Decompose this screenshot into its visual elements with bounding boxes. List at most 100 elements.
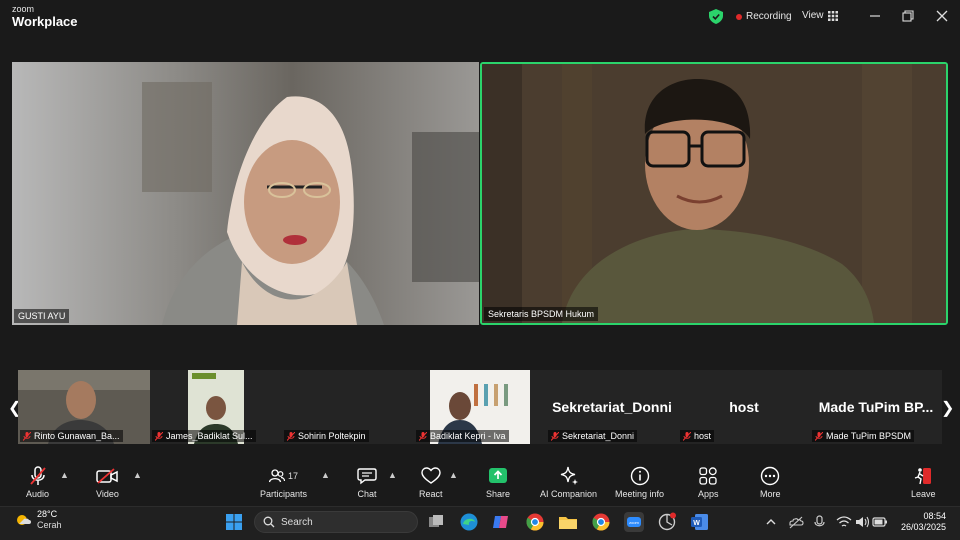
thumbnail-rinto[interactable]: Rinto Gunawan_Ba... [18, 370, 150, 444]
zoom-logo: zoom Workplace [12, 4, 78, 29]
leave-icon [915, 468, 932, 485]
participants-icon [269, 469, 285, 483]
ai-companion-button[interactable]: AI Companion [540, 465, 597, 499]
video-tile-sekretaris-bpsdm-hukum[interactable]: Sekretaris BPSDM Hukum [480, 62, 948, 325]
taskbar-clock[interactable]: 08:54 26/03/2025 [896, 511, 946, 534]
chat-options-caret-icon[interactable]: ▲ [388, 470, 397, 480]
apps-button[interactable]: Apps [698, 465, 719, 499]
more-button[interactable]: More [760, 465, 781, 499]
clock-time: 08:54 [923, 511, 946, 521]
thumbnail-host[interactable]: host host [678, 370, 810, 444]
restore-icon[interactable] [901, 9, 915, 23]
taskbar-search[interactable]: Search [254, 511, 418, 533]
audio-options-caret-icon[interactable]: ▲ [60, 470, 69, 480]
thumbnail-badiklat-kepri[interactable]: Badiklat Kepri - Iva [414, 370, 546, 444]
chat-label: Chat [357, 489, 377, 499]
chat-icon [357, 468, 377, 485]
participants-button[interactable]: 17 Participants [260, 465, 307, 499]
volume-icon[interactable] [854, 512, 870, 532]
shield-icon[interactable] [709, 9, 723, 24]
mic-muted-icon [287, 431, 295, 441]
brand-small: zoom [12, 4, 35, 14]
mic-in-use-icon[interactable] [812, 512, 828, 532]
word-icon[interactable]: W [690, 512, 710, 532]
share-screen-icon [489, 468, 508, 483]
participants-label: Participants [260, 489, 308, 499]
audio-label: Audio [26, 489, 50, 499]
chevron-right-icon[interactable]: ❯ [941, 398, 954, 418]
apps-label: Apps [698, 489, 719, 499]
file-explorer-icon[interactable] [558, 512, 578, 532]
grid-icon [827, 10, 838, 21]
chat-button[interactable]: Chat [357, 465, 377, 499]
share-button[interactable]: Share [486, 465, 510, 499]
thumbnail-name: Badiklat Kepri - Iva [430, 431, 506, 441]
zoom-app-icon[interactable]: zoom [624, 512, 644, 532]
video-tile-gusti-ayu[interactable]: GUSTI AYU [12, 62, 479, 325]
record-dot-icon [736, 13, 742, 20]
thumbnail-label: Badiklat Kepri - Iva [416, 430, 509, 442]
thumbnail-made-tupim[interactable]: Made TuPim BP... Made TuPim BPSDM [810, 370, 942, 444]
react-label: React [419, 489, 443, 499]
participant-name: GUSTI AYU [14, 309, 70, 323]
minimize-icon[interactable] [868, 9, 882, 23]
screen-recorder-icon[interactable] [657, 512, 677, 532]
recording-indicator[interactable]: Recording [736, 11, 792, 22]
thumbnail-label: host [680, 430, 715, 442]
heart-icon [421, 467, 441, 484]
meeting-info-button[interactable]: Meeting info [615, 465, 664, 499]
thumbnail-label: Rinto Gunawan_Ba... [20, 430, 123, 442]
video-options-caret-icon[interactable]: ▲ [133, 470, 142, 480]
close-icon[interactable] [935, 9, 949, 23]
brand-big: Workplace [12, 14, 78, 29]
svg-text:zoom: zoom [629, 520, 639, 525]
react-options-caret-icon[interactable]: ▲ [449, 470, 458, 480]
more-label: More [760, 489, 781, 499]
search-placeholder: Search [281, 516, 313, 528]
windows-start-icon[interactable] [224, 512, 244, 532]
meeting-toolbar [0, 460, 960, 506]
thumbnail-big-name: Sekretariat_Donni [552, 399, 672, 415]
participants-options-caret-icon[interactable]: ▲ [321, 470, 330, 480]
mic-muted-icon [683, 431, 691, 441]
chrome-profile-icon[interactable] [591, 512, 611, 532]
react-button[interactable]: React [419, 465, 443, 499]
mic-muted-icon [815, 431, 823, 441]
chrome-icon[interactable] [525, 512, 545, 532]
thumbnail-big-name: host [729, 399, 759, 415]
wifi-icon[interactable] [836, 512, 852, 532]
battery-icon[interactable] [872, 512, 888, 532]
leave-button[interactable]: Leave [911, 465, 936, 499]
thumbnail-label: Made TuPim BPSDM [812, 430, 915, 442]
recording-label: Recording [746, 11, 792, 22]
thumbnail-name: Made TuPim BPSDM [826, 431, 912, 441]
weather-widget[interactable]: 28°C Cerah [14, 509, 62, 530]
video-off-icon [96, 468, 119, 484]
mic-muted-icon [155, 431, 163, 441]
tray-chevron-up-icon[interactable] [764, 512, 778, 532]
thumbnail-james[interactable]: James_Badiklat Sul... [150, 370, 282, 444]
copilot-icon[interactable] [491, 512, 511, 532]
task-view-icon[interactable] [426, 512, 446, 532]
clock-date: 26/03/2025 [900, 522, 946, 533]
thumbnail-name: Sohirin Poltekpin [298, 431, 366, 441]
participant-video-left [142, 82, 479, 325]
participants-count: 17 [288, 471, 299, 481]
weather-sun-icon [17, 514, 31, 525]
participant-video-right [482, 64, 946, 323]
view-button[interactable]: View [802, 10, 838, 21]
weather-desc: Cerah [37, 519, 62, 530]
edge-browser-icon[interactable] [459, 512, 479, 532]
onedrive-offline-icon[interactable] [788, 512, 804, 532]
mic-muted-icon [419, 431, 427, 441]
audio-button[interactable]: Audio [26, 465, 49, 499]
thumbnail-sohirin[interactable]: Sohirin Poltekpin [282, 370, 414, 444]
sparkle-icon [560, 466, 578, 485]
thumbnail-sekretariat-donni[interactable]: Sekretariat_Donni Sekretariat_Donni [546, 370, 678, 444]
mic-muted-icon [29, 466, 46, 485]
participant-name: Sekretaris BPSDM Hukum [484, 307, 599, 321]
more-dots-icon [761, 466, 780, 486]
view-label: View [802, 10, 824, 21]
video-button[interactable]: Video [96, 465, 119, 499]
mic-muted-icon [551, 431, 559, 441]
